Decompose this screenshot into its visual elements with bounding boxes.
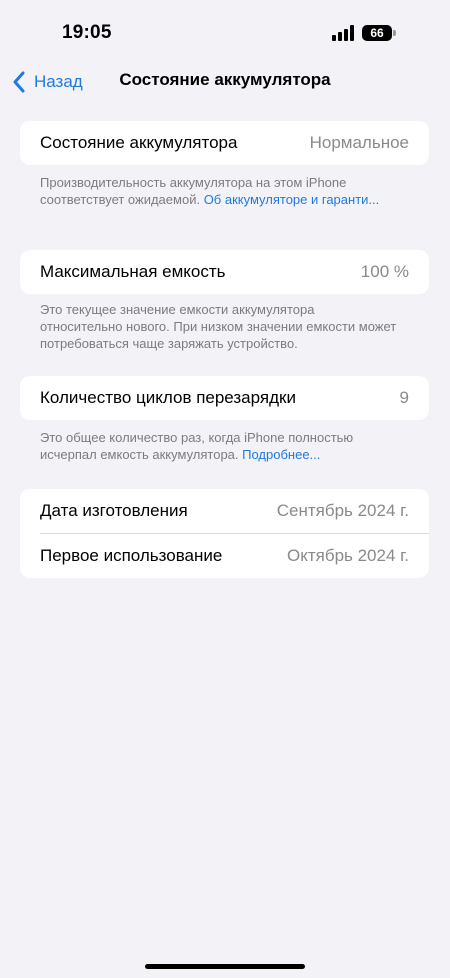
- first-use-value: Октябрь 2024 г.: [286, 546, 409, 565]
- max-capacity-row: Максимальная емкость 100 %: [20, 250, 429, 294]
- cellular-signal-icon: [332, 25, 356, 41]
- status-time: 19:05: [62, 22, 112, 43]
- cycle-count-note: Это общее количество раз, когда iPhone п…: [40, 429, 400, 463]
- max-capacity-value: 100 %: [360, 262, 409, 281]
- first-use-label: Первое использование: [40, 546, 223, 565]
- max-capacity-note: Это текущее значение емкости аккумулятор…: [40, 301, 400, 352]
- chevron-left-icon: [13, 71, 25, 93]
- max-capacity-card: Максимальная емкость 100 %: [20, 250, 429, 294]
- first-use-row: Первое использование Октябрь 2024 г.: [20, 534, 429, 578]
- manufacture-date-row: Дата изготовления Сентябрь 2024 г.: [20, 489, 429, 533]
- home-indicator[interactable]: [145, 964, 305, 969]
- dates-card: Дата изготовления Сентябрь 2024 г. Перво…: [20, 489, 429, 578]
- cycle-count-value: 9: [399, 388, 409, 407]
- manufacture-date-value: Сентябрь 2024 г.: [276, 501, 409, 520]
- back-button[interactable]: Назад: [12, 68, 83, 96]
- screen: 19:05 66 Состояние аккумулятора Назад Со…: [0, 0, 450, 978]
- battery-health-value: Нормальное: [309, 133, 409, 152]
- cycle-count-label: Количество циклов перезарядки: [40, 388, 296, 407]
- learn-more-link[interactable]: Подробнее...: [242, 447, 320, 462]
- battery-health-card: Состояние аккумулятора Нормальное: [20, 121, 429, 165]
- battery-health-note: Производительность аккумулятора на этом …: [40, 174, 400, 208]
- battery-health-label: Состояние аккумулятора: [40, 133, 238, 152]
- max-capacity-label: Максимальная емкость: [40, 262, 226, 281]
- battery-health-row[interactable]: Состояние аккумулятора Нормальное: [20, 121, 429, 165]
- manufacture-date-label: Дата изготовления: [40, 501, 188, 520]
- cycle-count-card: Количество циклов перезарядки 9: [20, 376, 429, 420]
- battery-icon: 66: [362, 25, 396, 41]
- nav-bar: Состояние аккумулятора Назад: [0, 60, 450, 104]
- back-label: Назад: [34, 72, 83, 91]
- cycle-count-row: Количество циклов перезарядки 9: [20, 376, 429, 420]
- battery-level: 66: [370, 26, 384, 40]
- battery-warranty-link[interactable]: Об аккумуляторе и гаранти...: [204, 192, 380, 207]
- status-bar: 19:05 66: [0, 0, 450, 60]
- max-capacity-note-text: Это текущее значение емкости аккумулятор…: [40, 302, 397, 351]
